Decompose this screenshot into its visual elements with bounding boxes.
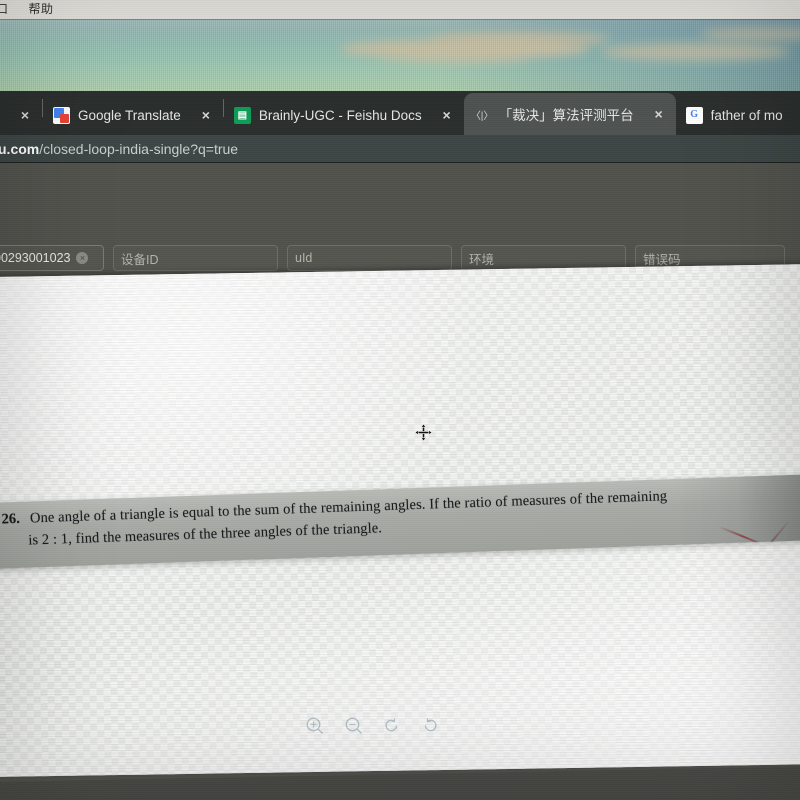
close-icon[interactable]: × xyxy=(199,107,213,123)
url-path: /closed-loop-india-single?q=true xyxy=(39,140,239,157)
url-domain: u.com xyxy=(0,140,40,157)
browser-tab-strip: × Google Translate × ▤ Brainly-UGC - Fei… xyxy=(0,91,800,135)
keyword-filter-value: 00293001023 xyxy=(0,251,71,265)
screenshot-root: 口 帮助 × Google Translate × ▤ Brainly-UGC … xyxy=(0,0,800,800)
question-text: 26. One angle of a triangle is equal to t… xyxy=(1,481,800,553)
cloud-shape xyxy=(600,43,790,61)
tab-label: Google Translate xyxy=(78,107,181,123)
menu-item-help[interactable]: 帮助 xyxy=(19,0,64,19)
tab-google-translate[interactable]: Google Translate × xyxy=(43,95,223,135)
move-cursor xyxy=(414,423,433,442)
os-menu-bar: 口 帮助 xyxy=(0,0,800,19)
image-viewer-toolbar xyxy=(305,714,440,736)
tab-label: father of mo xyxy=(710,107,783,123)
close-icon[interactable]: × xyxy=(440,107,454,123)
tab-label: Brainly-UGC - Feishu Docs xyxy=(258,107,422,123)
menu-item-window[interactable]: 口 xyxy=(0,0,19,19)
desktop-wallpaper xyxy=(0,19,800,91)
close-icon[interactable]: × xyxy=(18,107,32,123)
uid-filter-input[interactable]: uId xyxy=(287,245,452,271)
google-translate-icon xyxy=(53,106,70,124)
textbook-question-strip: 26. One angle of a triangle is equal to t… xyxy=(0,474,800,570)
clear-icon[interactable]: × xyxy=(76,252,89,264)
url-text: u.com/closed-loop-india-single?q=true xyxy=(0,141,238,157)
tab-father-of-mo[interactable]: G father of mo xyxy=(676,95,793,135)
browser-address-bar[interactable]: u.com/closed-loop-india-single?q=true xyxy=(0,135,800,163)
image-viewer-overlay[interactable]: 26. One angle of a triangle is equal to t… xyxy=(0,264,800,777)
close-icon[interactable]: × xyxy=(652,106,666,122)
rotate-left-icon[interactable] xyxy=(382,716,401,735)
cloud-shape xyxy=(430,31,610,47)
feishu-sheets-icon: ▤ xyxy=(233,106,251,124)
zoom-in-icon[interactable] xyxy=(305,716,324,735)
tab-close-leading[interactable]: × xyxy=(0,95,42,135)
google-g-icon: G xyxy=(685,106,703,124)
error-code-filter-placeholder: 错误码 xyxy=(643,252,681,267)
uid-filter-placeholder: uId xyxy=(295,251,313,265)
tab-brainly-ugc-feishu-docs[interactable]: ▤ Brainly-UGC - Feishu Docs × xyxy=(224,95,464,135)
keyword-filter-input[interactable]: 00293001023 × xyxy=(0,245,104,271)
rotate-right-icon[interactable] xyxy=(421,716,440,735)
code-brackets-icon: 〈|〉 xyxy=(474,110,491,122)
cloud-shape xyxy=(700,27,800,41)
device-id-filter-input[interactable]: 设备ID xyxy=(113,245,278,271)
env-filter-placeholder: 环境 xyxy=(469,252,495,267)
cloud-shape xyxy=(380,53,530,65)
tab-label: 「裁决」算法评测平台 xyxy=(498,108,634,123)
pen-mark xyxy=(718,525,773,550)
tab-algorithm-eval-platform[interactable]: 〈|〉 「裁决」算法评测平台 × xyxy=(463,93,676,135)
question-number: 26. xyxy=(1,510,21,528)
zoom-out-icon[interactable] xyxy=(344,716,363,735)
device-id-filter-placeholder: 设备ID xyxy=(121,252,159,267)
